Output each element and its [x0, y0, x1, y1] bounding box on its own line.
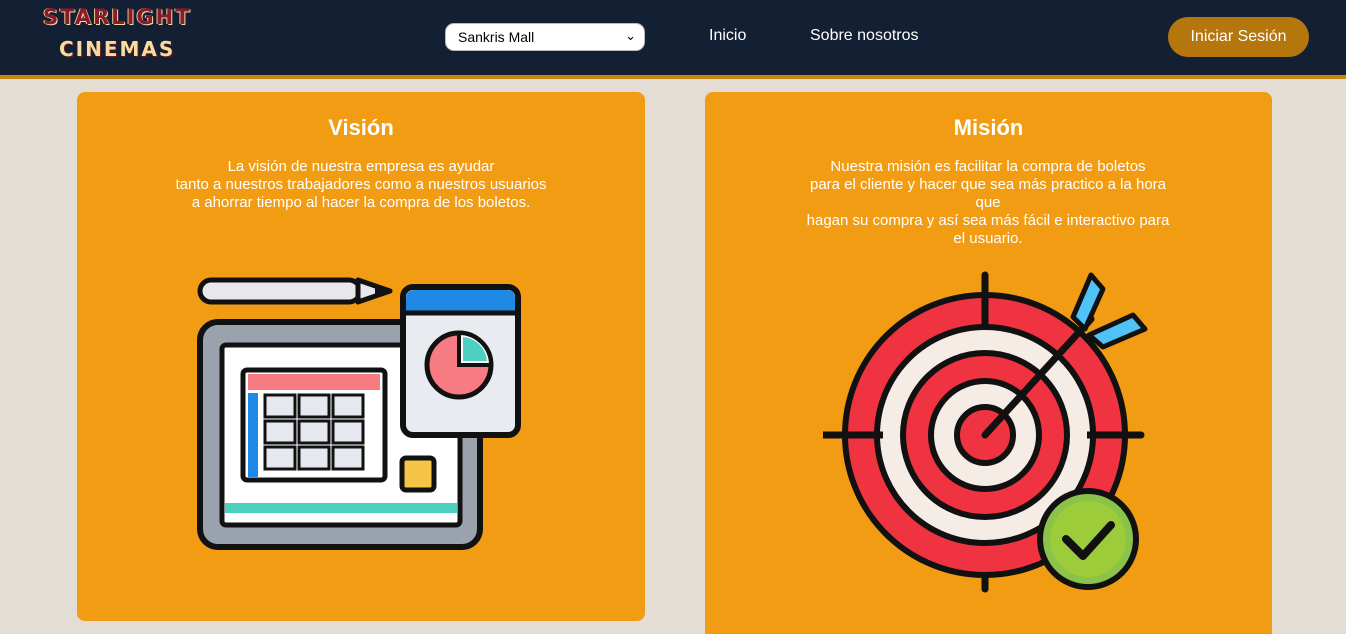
chevron-down-icon: ⌄ [625, 28, 636, 43]
mision-line: hagan su compra y así sea más fácil e in… [806, 212, 1170, 247]
mision-line: Nuestra misión es facilitar la compra de… [830, 158, 1146, 175]
logo[interactable]: STARLIGHT CINEMAS [43, 5, 193, 65]
dashboard-chart-icon [197, 277, 521, 550]
vision-line: a ahorrar tiempo al hacer la compra de l… [191, 194, 531, 211]
vision-text: La visión de nuestra empresa es ayudar t… [167, 158, 555, 212]
nav-inicio[interactable]: Inicio [709, 27, 746, 45]
vision-line: La visión de nuestra empresa es ayudar [227, 158, 495, 175]
vision-title: Visión [328, 115, 394, 140]
mision-line: para el cliente y hacer que sea más prac… [809, 176, 1167, 211]
location-select[interactable]: Sankris Mall ⌄ [445, 23, 645, 51]
vision-line: tanto a nuestros trabajadores como a nue… [175, 176, 547, 193]
logo-line1: STARLIGHT [43, 5, 192, 29]
vision-card: Visión La visión de nuestra empresa es a… [77, 92, 645, 621]
location-select-value: Sankris Mall [458, 29, 535, 45]
nav-sobre-nosotros[interactable]: Sobre nosotros [810, 27, 919, 45]
target-arrow-icon [823, 271, 1148, 593]
navbar: STARLIGHT CINEMAS Sankris Mall ⌄ Inicio … [0, 0, 1346, 79]
mision-card: Misión Nuestra misión es facilitar la co… [705, 92, 1272, 634]
login-button[interactable]: Iniciar Sesión [1168, 17, 1309, 57]
mision-title: Misión [953, 115, 1024, 140]
logo-line2: CINEMAS [59, 37, 176, 61]
mision-text: Nuestra misión es facilitar la compra de… [805, 158, 1171, 248]
